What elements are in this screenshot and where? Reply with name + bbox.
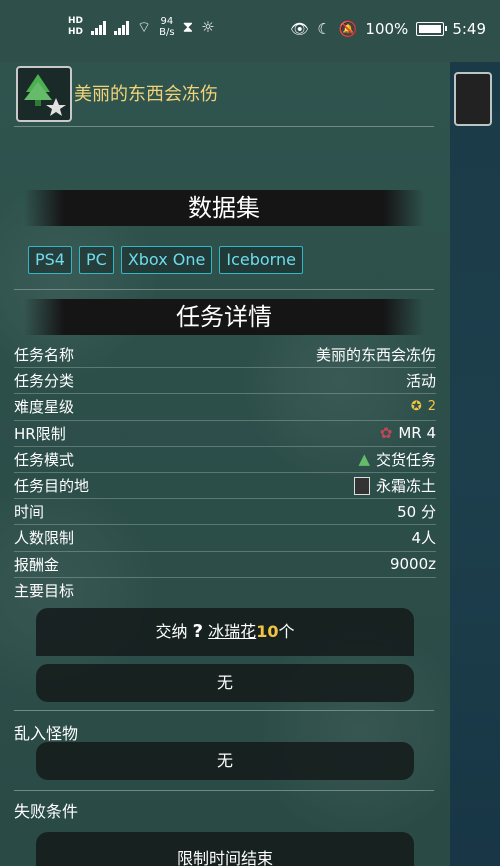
battery-text: 100%: [365, 20, 409, 38]
quest-header: 美丽的东西会冻伤: [14, 66, 434, 124]
detail-label: 任务分类: [14, 372, 75, 391]
detail-label: 主要目标: [14, 581, 75, 600]
main-objective-box: 交纳 ? 冰瑞花10个: [36, 608, 414, 656]
dataset-heading: 数据集: [24, 190, 424, 226]
detail-label: 报酬金: [14, 555, 60, 574]
intruder-box: 无: [36, 742, 414, 780]
divider: [14, 790, 434, 791]
delivery-quest-icon: [16, 66, 72, 122]
network-speed: 94 B/s: [159, 16, 174, 38]
detail-value: ▲ 交货任务: [358, 449, 436, 470]
detail-label: 时间: [14, 503, 45, 522]
detail-value: 活动: [405, 372, 436, 391]
detail-row: 时间 50 分: [14, 499, 436, 526]
platform-tag-pc[interactable]: PC: [78, 246, 114, 274]
background-app-icon: [454, 72, 492, 126]
detail-value: 50 分: [397, 503, 436, 522]
background-page: [450, 62, 500, 866]
detail-label: 任务名称: [14, 346, 75, 365]
quest-title: 美丽的东西会冻伤: [74, 84, 218, 105]
platform-tags: PS4 PC Xbox One Iceborne: [28, 246, 303, 274]
detail-value: 美丽的东西会冻伤: [315, 346, 436, 365]
mute-bell-icon: 🔕: [338, 20, 358, 38]
objective-prefix: 交纳: [155, 622, 188, 641]
platform-tag-iceborne[interactable]: Iceborne: [219, 246, 303, 274]
detail-row: 任务模式 ▲ 交货任务: [14, 447, 436, 473]
speed-unit: B/s: [159, 27, 175, 38]
unknown-item-icon: ?: [192, 621, 204, 642]
detail-row: 难度星级 ✪ 2: [14, 394, 436, 421]
quest-panel[interactable]: 美丽的东西会冻伤 数据集 PS4 PC Xbox One Iceborne 任务…: [0, 62, 450, 866]
detail-value: 9000z: [389, 555, 436, 574]
speed-value: 94: [160, 16, 174, 27]
hourglass-icon: ⧗: [182, 18, 194, 36]
divider: [14, 710, 434, 711]
sun-icon: ☼: [201, 18, 215, 36]
signal-icon: [91, 19, 107, 35]
detail-value: ✿ MR 4: [380, 424, 436, 442]
detail-row: HR限制 ✿ MR 4: [14, 421, 436, 447]
quest-detail-heading: 任务详情: [24, 299, 424, 335]
moon-icon: ☾: [317, 20, 331, 38]
objective-item-link[interactable]: 冰瑞花: [208, 622, 256, 641]
battery-icon: [416, 22, 448, 36]
detail-label: HR限制: [14, 424, 66, 443]
detail-row: 任务目的地 永霜冻土: [14, 473, 436, 500]
difficulty-value: 2: [427, 399, 436, 415]
hd-icon: HD HD: [68, 16, 84, 37]
eye-icon: 👁: [290, 20, 310, 38]
clock: 5:49: [452, 20, 486, 38]
detail-value: ✪ 2: [411, 399, 436, 414]
divider: [14, 126, 434, 127]
detail-row: 报酬金 9000z: [14, 552, 436, 578]
detail-label: 人数限制: [14, 529, 75, 548]
divider: [14, 289, 434, 290]
platform-tag-ps4[interactable]: PS4: [28, 246, 72, 274]
detail-label: 任务目的地: [14, 477, 90, 496]
intruder-label: 乱入怪物: [14, 724, 79, 743]
detail-value: 永霜冻土: [353, 475, 436, 496]
status-right: 👁 ☾ 🔕 100% 5:49: [290, 20, 486, 38]
fail-condition-box: 限制时间结束: [36, 832, 414, 866]
status-left: HD HD ⌔ 94 B/s ⧗ ☼: [68, 16, 215, 38]
rank-icon: ✿: [379, 424, 393, 443]
status-bar: HD HD ⌔ 94 B/s ⧗ ☼ 👁 ☾ 🔕 100% 5:49: [0, 0, 500, 62]
objective-suffix: 个: [278, 622, 295, 641]
detail-row: 任务分类 活动: [14, 368, 436, 395]
signal-icon-2: [114, 19, 130, 35]
destination-value: 永霜冻土: [375, 477, 436, 496]
hr-value: MR 4: [398, 424, 436, 443]
objective-count: 10: [256, 622, 279, 641]
mode-value: 交货任务: [375, 450, 436, 469]
sub-objective-box: 无: [36, 664, 414, 702]
platform-tag-xbox[interactable]: Xbox One: [120, 246, 213, 274]
star-icon: ✪: [410, 399, 422, 415]
delivery-icon: ▲: [358, 450, 370, 469]
quest-detail-table: 任务名称 美丽的东西会冻伤 任务分类 活动 难度星级 ✪ 2 HR限制 ✿ MR…: [14, 342, 436, 603]
fail-condition-label: 失败条件: [14, 802, 79, 821]
wifi-icon: ⌔: [137, 17, 152, 36]
detail-row: 人数限制 4人: [14, 525, 436, 552]
detail-label: 难度星级: [14, 398, 75, 417]
map-icon: [353, 476, 370, 495]
detail-row: 主要目标: [14, 578, 436, 603]
detail-row: 任务名称 美丽的东西会冻伤: [14, 342, 436, 369]
detail-value: 4人: [411, 529, 436, 548]
detail-label: 任务模式: [14, 450, 75, 469]
